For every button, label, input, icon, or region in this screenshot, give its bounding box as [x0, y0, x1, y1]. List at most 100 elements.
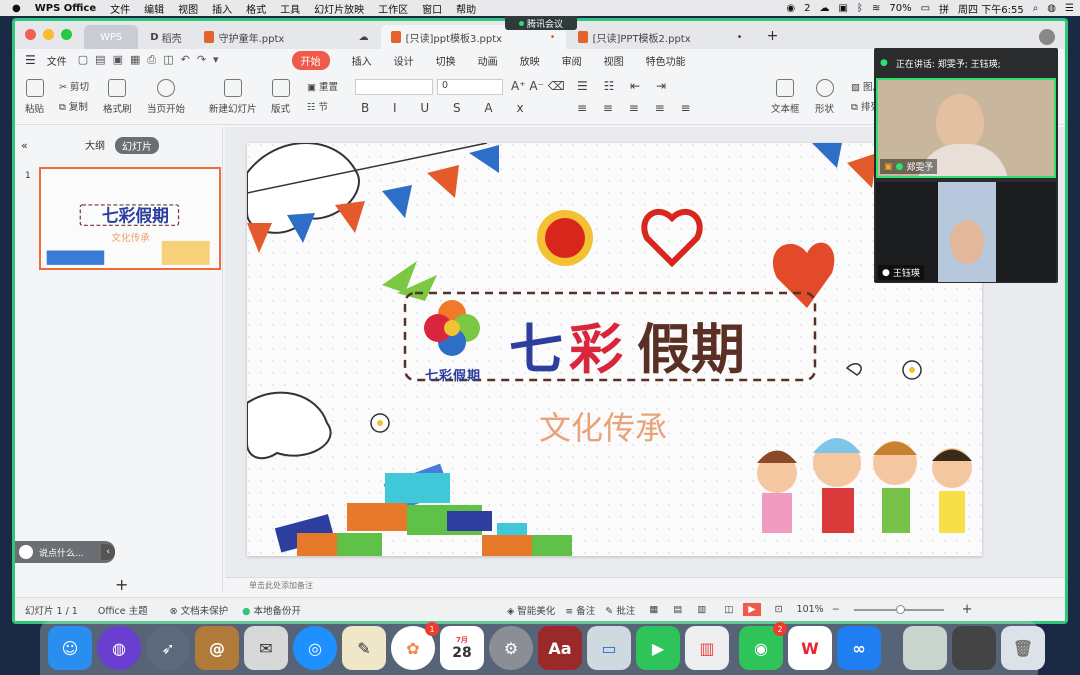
dictionary-icon[interactable]: Aa: [538, 626, 582, 670]
keynote-icon[interactable]: ▭: [587, 626, 631, 670]
menu-workspace[interactable]: 工作区: [378, 1, 408, 16]
zoom-out-button[interactable]: −: [832, 604, 840, 615]
siri-dock-icon[interactable]: ◍: [97, 626, 141, 670]
avatar[interactable]: [1039, 29, 1055, 45]
close-button[interactable]: [25, 29, 36, 40]
tab-view[interactable]: 视图: [604, 53, 624, 68]
apple-icon[interactable]: ●: [12, 3, 21, 14]
recent-window-2[interactable]: [952, 626, 996, 670]
input-method-icon[interactable]: 拼: [939, 1, 949, 16]
clock[interactable]: 周四 下午6:55: [958, 1, 1024, 16]
fit-window-icon[interactable]: ⊡: [775, 604, 783, 615]
layout-button[interactable]: 版式: [271, 79, 290, 115]
comment-button[interactable]: ✎ 批注: [605, 603, 635, 617]
video-tile-1[interactable]: ▣ ● 郑雯予: [876, 78, 1056, 178]
calendar-icon[interactable]: 7月 28: [440, 626, 484, 670]
align-tools[interactable]: ≡ ≡ ≡ ≡ ≡: [577, 101, 697, 115]
section-button[interactable]: ☷ 节: [307, 99, 328, 113]
theme-name[interactable]: Office 主题: [98, 603, 148, 617]
slide-thumbnail[interactable]: 七彩假期 文化传承: [39, 167, 221, 270]
view-mode-buttons[interactable]: ▦ ▤ ▥: [649, 604, 712, 615]
zoom-slider-handle[interactable]: [895, 604, 905, 614]
menu-file-button[interactable]: 文件: [47, 53, 67, 68]
wps-icon[interactable]: W: [788, 626, 832, 670]
tab-design[interactable]: 设计: [394, 53, 414, 68]
tab-doc-3[interactable]: [只读]PPT模板2.pptx •: [568, 25, 753, 49]
more-icon[interactable]: ▾: [213, 53, 219, 67]
menu-slideshow[interactable]: 幻灯片放映: [314, 1, 364, 16]
export-icon[interactable]: ▦: [130, 53, 140, 67]
menu-app-name[interactable]: WPS Office: [35, 3, 96, 14]
textedit-icon[interactable]: ✎: [342, 626, 386, 670]
wechat-icon[interactable]: ◉ 2: [739, 622, 787, 670]
battery-icon[interactable]: ▭: [921, 3, 930, 14]
menu-window[interactable]: 窗口: [422, 1, 442, 16]
zoom-button[interactable]: [61, 29, 72, 40]
search-icon[interactable]: ⌕: [1033, 3, 1039, 14]
tab-wps-home[interactable]: WPS: [84, 25, 139, 49]
tab-doc-1[interactable]: 守护童年.pptx ☁: [194, 25, 379, 49]
recent-window-1[interactable]: [903, 626, 947, 670]
menu-help[interactable]: 帮助: [456, 1, 476, 16]
undo-icon[interactable]: ↶: [181, 53, 190, 67]
reset-button[interactable]: ▣ 重置: [307, 79, 338, 93]
slide[interactable]: 七彩假期 七 彩 假期 文化传承: [247, 143, 982, 556]
zoom-level[interactable]: 101%: [797, 604, 824, 615]
trash-icon[interactable]: 🗑: [1001, 626, 1045, 670]
wps-status-icon[interactable]: ▣: [839, 3, 848, 14]
font-family-select[interactable]: [355, 79, 433, 95]
launchpad-icon[interactable]: ➶: [146, 626, 190, 670]
protect-status[interactable]: ⊗ 文档未保护: [170, 603, 229, 617]
safari-icon[interactable]: ◎: [293, 626, 337, 670]
zoom-in-button[interactable]: +: [962, 602, 973, 617]
tab-close-icon[interactable]: •: [737, 32, 743, 43]
font-grow-icon[interactable]: A⁺ A⁻ ⌫: [511, 79, 565, 93]
minimize-button[interactable]: [43, 29, 54, 40]
hamburger-icon[interactable]: ☰: [25, 53, 36, 67]
textbox-button[interactable]: 文本框: [771, 79, 800, 115]
new-tab-button[interactable]: +: [767, 28, 779, 44]
video-tile-2[interactable]: ● 王钰瑛: [876, 182, 1056, 282]
mail-icon[interactable]: ✉: [244, 626, 288, 670]
copy-button[interactable]: ⧉ 复制: [59, 99, 88, 113]
cloud-icon[interactable]: ☁: [820, 3, 830, 14]
control-center-icon[interactable]: ☰: [1065, 3, 1074, 14]
menu-insert[interactable]: 插入: [212, 1, 232, 16]
tab-insert[interactable]: 插入: [352, 53, 372, 68]
paste-button[interactable]: 粘贴: [25, 79, 44, 115]
play-from-current-button[interactable]: 当页开始: [147, 79, 185, 115]
facetime-icon[interactable]: ▶: [636, 626, 680, 670]
open-icon[interactable]: ▤: [95, 53, 105, 67]
contacts-icon[interactable]: @: [195, 626, 239, 670]
wifi-icon[interactable]: ≋: [872, 3, 880, 14]
redo-icon[interactable]: ↷: [197, 53, 206, 67]
tab-review[interactable]: 审阅: [562, 53, 582, 68]
tab-transition[interactable]: 切换: [436, 53, 456, 68]
shape-button[interactable]: 形状: [815, 79, 834, 115]
tab-animation[interactable]: 动画: [478, 53, 498, 68]
tab-daoke[interactable]: D 稻壳: [140, 25, 191, 49]
finder-icon[interactable]: ☺: [48, 626, 92, 670]
chevron-left-icon[interactable]: ‹: [101, 544, 115, 560]
tab-slideshow[interactable]: 放映: [520, 53, 540, 68]
menu-view[interactable]: 视图: [178, 1, 198, 16]
text-style-tools[interactable]: B I U S A x: [361, 101, 534, 115]
new-doc-icon[interactable]: ▢: [78, 53, 88, 67]
zoom-slider[interactable]: [853, 604, 944, 614]
reading-mode-icon[interactable]: ◫: [724, 604, 733, 615]
system-preferences-icon[interactable]: ⚙: [489, 626, 533, 670]
bluetooth-icon[interactable]: ᛒ: [857, 3, 863, 14]
add-slide-button[interactable]: +: [115, 575, 128, 594]
preview-icon[interactable]: ◫: [163, 53, 173, 67]
backup-status[interactable]: ● 本地备份开: [242, 603, 301, 617]
tab-home[interactable]: 开始: [291, 50, 330, 70]
format-painter-button[interactable]: 格式刷: [103, 79, 132, 115]
numbers-icon[interactable]: ▥: [685, 626, 729, 670]
menu-tools[interactable]: 工具: [280, 1, 300, 16]
siri-icon[interactable]: ◍: [1047, 3, 1056, 14]
print-icon[interactable]: ⎙: [147, 53, 156, 67]
wechat-status-icon[interactable]: ◉: [786, 3, 795, 14]
new-slide-button[interactable]: 新建幻灯片: [209, 79, 257, 115]
menu-format[interactable]: 格式: [246, 1, 266, 16]
tencent-meeting-icon[interactable]: ∞: [837, 626, 881, 670]
